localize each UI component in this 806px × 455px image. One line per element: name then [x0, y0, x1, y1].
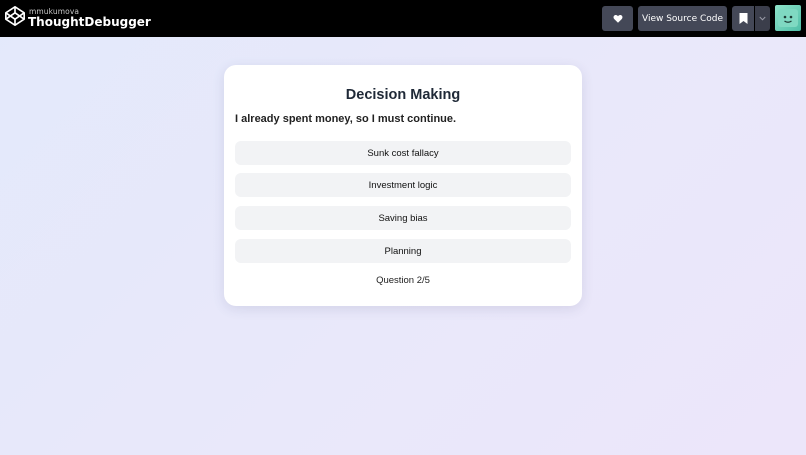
- question-progress: Question 2/5: [376, 275, 430, 286]
- chevron-down-icon: [759, 16, 766, 21]
- user-avatar[interactable]: [775, 5, 801, 31]
- pen-title: ThoughtDebugger: [28, 15, 151, 29]
- answer-option[interactable]: Planning: [235, 239, 571, 263]
- bookmark-button[interactable]: [732, 6, 754, 31]
- answer-option[interactable]: Investment logic: [235, 173, 571, 197]
- top-bar: mmukumova ThoughtDebugger View Source Co…: [0, 0, 806, 37]
- quiz-card: Decision Making I already spent money, s…: [224, 65, 582, 306]
- bookmark-options-button[interactable]: [755, 6, 770, 31]
- question-text: I already spent money, so I must continu…: [235, 113, 457, 125]
- heart-icon: [613, 14, 622, 23]
- quiz-title: Decision Making: [345, 87, 461, 103]
- like-button[interactable]: [602, 6, 633, 31]
- answer-option[interactable]: Sunk cost fallacy: [235, 141, 571, 165]
- bookmark-icon: [739, 13, 747, 24]
- codepen-logo-icon[interactable]: [4, 5, 26, 27]
- answer-option[interactable]: Saving bias: [235, 206, 571, 230]
- view-source-button[interactable]: View Source Code: [638, 6, 727, 31]
